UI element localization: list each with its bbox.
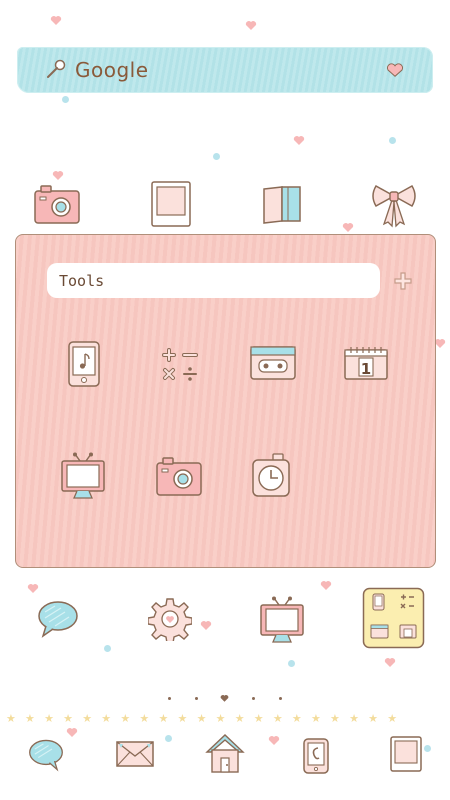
dot-decoration bbox=[104, 645, 111, 652]
star-divider: ★★★★★★★★★★★★★★★★★★★★★ bbox=[6, 712, 407, 725]
gallery-icon[interactable] bbox=[389, 735, 423, 773]
heart-icon[interactable] bbox=[386, 63, 404, 77]
page-dot[interactable] bbox=[168, 697, 171, 700]
camera-icon[interactable] bbox=[155, 455, 203, 497]
dot-decoration bbox=[213, 153, 220, 160]
mail-icon[interactable] bbox=[115, 740, 155, 768]
calculator-icon[interactable] bbox=[160, 345, 200, 385]
settings-gear-icon[interactable] bbox=[148, 597, 192, 641]
heart-decoration-icon bbox=[245, 21, 257, 30]
heart-decoration-icon bbox=[342, 223, 354, 232]
search-icon bbox=[47, 59, 66, 78]
dot-decoration bbox=[288, 660, 295, 667]
heart-decoration-icon bbox=[50, 16, 62, 25]
chat-bubble-icon[interactable] bbox=[37, 600, 79, 638]
clock-icon[interactable] bbox=[251, 452, 291, 498]
cassette-icon[interactable] bbox=[249, 345, 297, 381]
page-dot-current-heart-icon[interactable] bbox=[220, 694, 229, 702]
folder-name-label: Tools bbox=[59, 272, 105, 290]
page-dot[interactable] bbox=[279, 697, 282, 700]
camera-icon[interactable] bbox=[33, 183, 81, 225]
page-indicator[interactable] bbox=[168, 694, 284, 704]
calendar-day-label: 1 bbox=[361, 360, 371, 378]
add-app-plus-icon[interactable] bbox=[393, 271, 413, 291]
heart-decoration-icon bbox=[293, 136, 305, 145]
phone-icon[interactable] bbox=[302, 737, 330, 775]
heart-decoration-icon bbox=[52, 171, 64, 180]
tv-icon[interactable] bbox=[259, 596, 305, 646]
heart-decoration-icon bbox=[320, 581, 332, 590]
book-icon[interactable] bbox=[262, 185, 302, 225]
heart-decoration-icon bbox=[384, 658, 396, 667]
calendar-icon[interactable]: 1 bbox=[343, 345, 389, 381]
dot-decoration bbox=[424, 745, 431, 752]
home-icon[interactable] bbox=[204, 732, 246, 774]
bow-icon[interactable] bbox=[370, 182, 418, 228]
heart-decoration-icon bbox=[200, 621, 212, 630]
message-bubble-icon[interactable] bbox=[28, 738, 64, 772]
heart-decoration-icon bbox=[268, 736, 280, 745]
photo-frame-icon[interactable] bbox=[150, 180, 192, 228]
dot-decoration bbox=[389, 137, 396, 144]
heart-decoration-icon bbox=[66, 728, 78, 737]
dot-decoration bbox=[165, 735, 172, 742]
search-label[interactable]: Google bbox=[75, 58, 149, 82]
tv-icon[interactable] bbox=[60, 452, 106, 502]
tools-folder-icon[interactable] bbox=[362, 587, 425, 649]
music-phone-icon[interactable] bbox=[67, 340, 101, 388]
page-dot[interactable] bbox=[252, 697, 255, 700]
page-dot[interactable] bbox=[195, 697, 198, 700]
heart-decoration-icon bbox=[27, 584, 39, 593]
dot-decoration bbox=[62, 96, 69, 103]
